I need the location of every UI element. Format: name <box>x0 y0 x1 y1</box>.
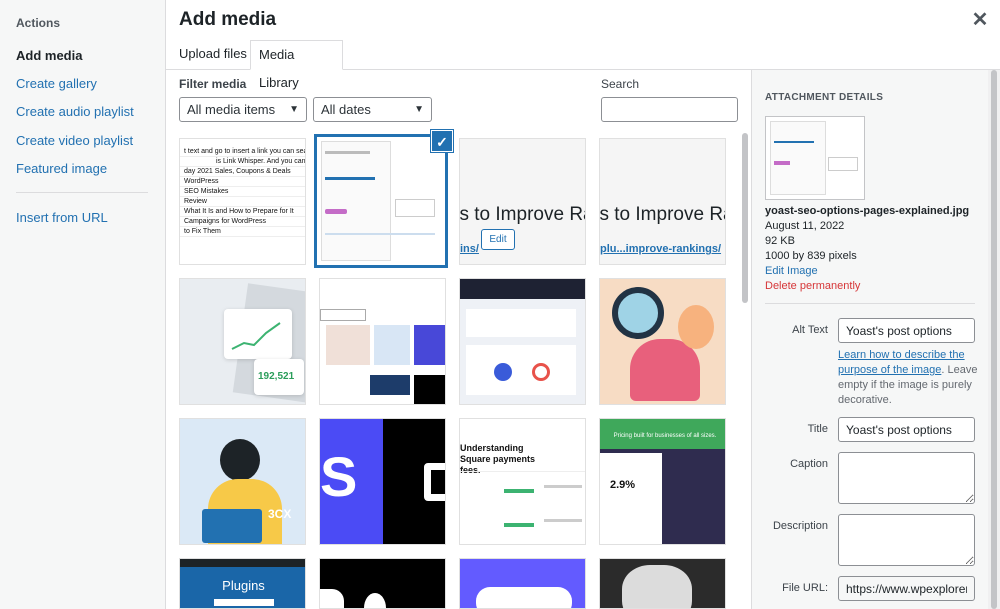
media-date-value: All dates <box>321 102 371 117</box>
tab-media-library[interactable]: Media Library <box>250 40 343 90</box>
caption-label: Caption <box>790 458 828 470</box>
tile-text-row: Campaigns for WordPress <box>180 217 305 227</box>
media-tile-improve-rankings-1[interactable]: ss to Improve Ranki ins/ Edit <box>459 138 586 265</box>
tile-text-row: SEO Mistakes <box>180 187 305 197</box>
details-separator <box>765 303 975 304</box>
modal-title: Add media <box>179 9 277 30</box>
tile-rank-link: ins/ <box>460 234 585 264</box>
sidebar-item-add-media[interactable]: Add media <box>16 48 82 63</box>
sidebar-item-create-audio-playlist[interactable]: Create audio playlist <box>16 104 134 119</box>
chevron-down-icon: ▼ <box>289 104 299 115</box>
chevron-down-icon: ▼ <box>414 104 424 115</box>
tile-pricing-title: Pricing built for businesses of all size… <box>613 433 717 439</box>
media-tile-analytics[interactable]: 192,521 <box>179 278 306 405</box>
file-url-input[interactable] <box>838 576 975 601</box>
filter-media-label: Filter media <box>179 77 247 91</box>
attachment-details-heading: ATTACHMENT DETAILS <box>765 92 884 103</box>
media-tile-stripe[interactable] <box>459 558 586 609</box>
sidebar-divider <box>16 192 148 193</box>
tile-analytics-value: 192,521 <box>258 371 295 382</box>
media-type-value: All media items <box>187 102 276 117</box>
media-tile-link-whisper[interactable]: t text and go to insert a link you can s… <box>179 138 306 265</box>
attachment-dimensions: 1000 by 839 pixels <box>765 250 857 262</box>
attachment-thumbnail <box>765 116 865 200</box>
tile-rank-text: ss to Improve Ranki <box>460 197 585 233</box>
media-tile-pricing[interactable]: Pricing built for businesses of all size… <box>599 418 726 545</box>
media-date-select[interactable]: All dates ▼ <box>313 97 432 122</box>
media-tile-square-fees[interactable]: Understanding Square payments fees. <box>459 418 586 545</box>
tile-text-row: to Fix Them <box>180 227 305 237</box>
sidebar-item-create-video-playlist[interactable]: Create video playlist <box>16 133 133 148</box>
tile-text-row: WordPress <box>180 177 305 187</box>
alt-text-label: Alt Text <box>792 324 828 336</box>
tile-text-row: Review <box>180 197 305 207</box>
description-label: Description <box>772 520 828 532</box>
tile-text-row: What It Is and How to Prepare for It <box>180 207 305 217</box>
attachment-date: August 11, 2022 <box>765 220 845 232</box>
media-tile-library-screenshot[interactable] <box>319 278 446 405</box>
tile-pricing-value: 2.9% <box>610 479 636 491</box>
tab-upload-files[interactable]: Upload files <box>171 40 255 70</box>
media-tile-dashboard[interactable] <box>459 278 586 405</box>
attachment-size: 92 KB <box>765 235 795 247</box>
sidebar-heading: Actions <box>16 16 61 30</box>
selected-check-icon[interactable]: ✓ <box>431 130 453 152</box>
sidebar-item-featured-image[interactable]: Featured image <box>16 161 107 176</box>
alt-text-input[interactable] <box>838 318 975 343</box>
grid-scroll-thumb[interactable] <box>742 133 748 303</box>
line-chart-icon <box>231 322 281 350</box>
tile-text-row: is Link Whisper. And you can <box>180 157 305 167</box>
tile-3cx-label: 3CX <box>268 507 292 521</box>
close-icon[interactable]: ✕ <box>969 8 991 32</box>
media-tile-plugins[interactable]: Plugins <box>179 558 306 609</box>
media-tile-improve-rankings-2[interactable]: ss to Improve Ranki plu...improve-rankin… <box>599 138 726 265</box>
tile-plugins-title: Plugins <box>222 578 265 593</box>
media-tile-black[interactable] <box>319 558 446 609</box>
tile-rank-text: ss to Improve Ranki <box>600 197 725 233</box>
alt-text-help: Learn how to describe the purpose of the… <box>838 348 983 408</box>
attachment-filename: yoast-seo-options-pages-explained.jpg <box>765 205 970 217</box>
edit-image-link[interactable]: Edit Image <box>765 265 818 277</box>
media-tile-search-illustration[interactable] <box>599 278 726 405</box>
tile-text-row: t text and go to insert a link you can s… <box>180 147 305 157</box>
tile-rank-link: plu...improve-rankings/ <box>600 234 725 264</box>
details-scroll-thumb[interactable] <box>991 70 997 609</box>
tile-text-row: day 2021 Sales, Coupons & Deals <box>180 167 305 177</box>
sidebar-item-insert-from-url[interactable]: Insert from URL <box>16 210 108 225</box>
description-textarea[interactable] <box>838 514 975 566</box>
search-label: Search <box>601 77 640 91</box>
title-label: Title <box>807 423 828 435</box>
media-sidebar: Actions Add media Create gallery Create … <box>0 0 166 609</box>
edit-button[interactable]: Edit <box>481 229 515 250</box>
media-tile-portrait[interactable] <box>599 558 726 609</box>
details-scrollbar[interactable] <box>988 70 1000 609</box>
delete-permanently-link[interactable]: Delete permanently <box>765 280 860 292</box>
grid-scrollbar[interactable] <box>740 133 750 609</box>
search-input[interactable] <box>601 97 738 122</box>
file-url-label: File URL: <box>782 582 828 594</box>
sidebar-item-create-gallery[interactable]: Create gallery <box>16 76 97 91</box>
media-tile-yoast-options[interactable] <box>314 134 448 268</box>
title-input[interactable] <box>838 417 975 442</box>
media-tile-3cx[interactable]: 3CX <box>179 418 306 545</box>
media-type-select[interactable]: All media items ▼ <box>179 97 307 122</box>
media-tile-square-logo[interactable]: S <box>319 418 446 545</box>
caption-textarea[interactable] <box>838 452 975 504</box>
